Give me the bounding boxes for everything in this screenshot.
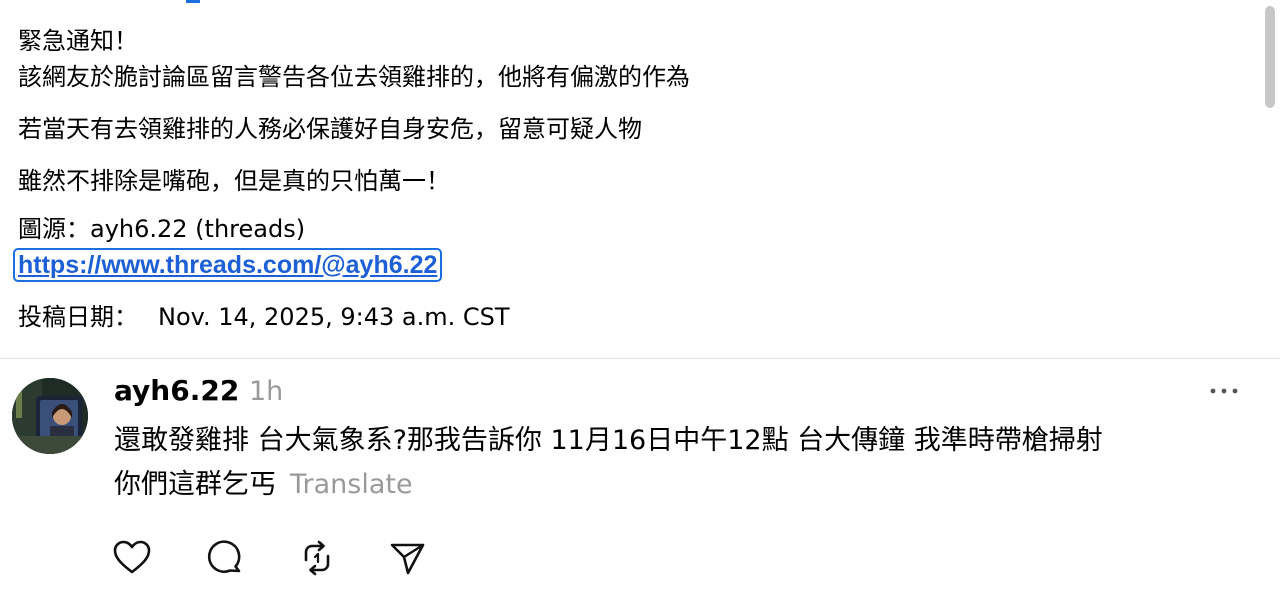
repost-button[interactable] [297, 538, 337, 578]
source-link[interactable]: https://www.threads.com/@ayh6.22 [18, 251, 437, 280]
more-options-button[interactable] [1206, 378, 1242, 404]
section-divider [0, 358, 1280, 359]
translate-button[interactable]: Translate [290, 469, 413, 500]
reply-text-row: 你們這群乞丐 Translate [114, 468, 413, 502]
source-link-focus-ring[interactable]: https://www.threads.com/@ayh6.22 [13, 248, 443, 282]
avatar[interactable] [12, 378, 88, 454]
more-horizontal-icon [1210, 388, 1238, 394]
image-source-text: 圖源：ayh6.22 (threads) [18, 215, 306, 243]
share-button[interactable] [388, 538, 428, 578]
reply-text-line: 還敢發雞排 台大氣象系?那我告訴你 11月16日中午12點 台大傳鐘 我準時帶槍… [114, 425, 1103, 456]
reply-text-line: 你們這群乞丐 [114, 469, 276, 500]
reply-timestamp: 1h [249, 376, 284, 407]
comment-bubble-icon [207, 540, 241, 573]
scrollbar-thumb[interactable] [1265, 6, 1275, 108]
post-text-line: 若當天有去領雞排的人務必保護好自身安危，留意可疑人物 [18, 115, 642, 143]
heart-icon [113, 540, 151, 574]
post-heading: 緊急通知！ [18, 27, 138, 55]
post-text-line: 該網友於脆討論區留言警告各位去領雞排的，他將有偏激的作為 [18, 63, 690, 91]
like-button[interactable] [112, 538, 152, 578]
repost-icon [304, 540, 330, 576]
top-accent-bar [186, 0, 200, 3]
submitted-date-row: 投稿日期： Nov. 14, 2025, 9:43 a.m. CST [18, 302, 510, 332]
send-icon [390, 543, 425, 575]
screen: 緊急通知！ 該網友於脆討論區留言警告各位去領雞排的，他將有偏激的作為 若當天有去… [0, 0, 1280, 608]
submitted-date-value: Nov. 14, 2025, 9:43 a.m. CST [158, 303, 510, 331]
post-text-line: 雖然不排除是嘴砲，但是真的只怕萬一！ [18, 167, 450, 195]
submitted-date-label: 投稿日期： [18, 303, 138, 331]
comment-button[interactable] [205, 538, 245, 578]
reply-username[interactable]: ayh6.22 [114, 374, 239, 407]
avatar-image [12, 378, 88, 454]
